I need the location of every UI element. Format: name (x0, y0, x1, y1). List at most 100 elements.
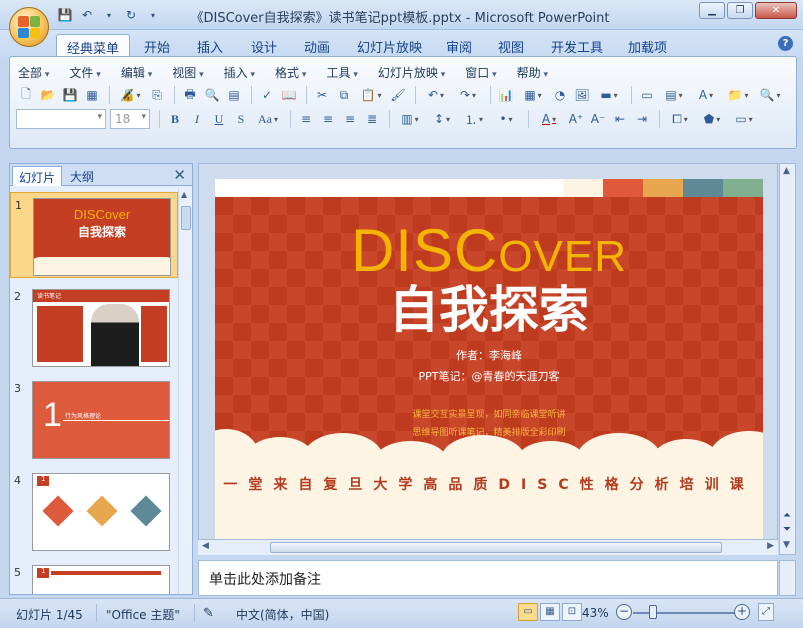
outline-view-icon[interactable]: ▤ (224, 85, 244, 105)
scroll-thumb[interactable] (270, 542, 722, 553)
italic-icon[interactable]: I (187, 109, 207, 129)
tab-view[interactable]: 视图 (488, 34, 534, 57)
spell-check-icon[interactable]: ✎ (203, 606, 214, 621)
menu-view[interactable]: 视图 (172, 64, 203, 81)
tab-animation[interactable]: 动画 (294, 34, 340, 57)
slide-description-line[interactable]: 课堂交互实景呈现，如同亲临课堂听讲 (215, 407, 763, 420)
language-indicator[interactable]: 中文(简体，中国) (236, 606, 329, 623)
notes-pane[interactable]: 单击此处添加备注 (198, 560, 778, 596)
slide-notes-credit[interactable]: PPT笔记：@青春的天涯刀客 (215, 368, 763, 384)
font-size-select[interactable]: 18 (110, 109, 150, 129)
scroll-thumb[interactable] (181, 206, 191, 230)
font-color-icon[interactable]: A (534, 109, 564, 129)
insert-table-icon[interactable]: ▦ (518, 85, 548, 105)
scroll-right-icon[interactable]: ▶ (767, 541, 774, 551)
previous-slide-icon[interactable]: ⏶ (783, 510, 791, 521)
thumbnail-row[interactable]: 5 1 (10, 560, 178, 594)
horizontal-scrollbar[interactable]: ◀ ▶ (198, 539, 778, 555)
tab-outline[interactable]: 大纲 (64, 166, 100, 186)
folder-icon[interactable]: 📁 (723, 85, 753, 105)
close-icon[interactable]: ✕ (173, 166, 186, 184)
menu-file[interactable]: 文件 (69, 64, 100, 81)
thumbnail-row[interactable]: 1 DISCover 自我探索 (10, 192, 178, 278)
next-slide-icon[interactable]: ⏷ (783, 524, 791, 535)
underline-icon[interactable]: U (209, 109, 229, 129)
search-icon[interactable]: 🔍 (755, 85, 785, 105)
cut-icon[interactable]: ✂ (312, 85, 332, 105)
normal-view-icon[interactable]: ▭ (518, 603, 538, 621)
align-left-icon[interactable]: ≡ (296, 109, 316, 129)
save-icon[interactable]: 💾 (60, 85, 80, 105)
tab-slides[interactable]: 幻灯片 (12, 166, 63, 186)
save-icon[interactable]: 💾 (56, 6, 74, 24)
menu-window[interactable]: 窗口 (465, 64, 496, 81)
fit-to-window-icon[interactable]: ⤢ (758, 603, 774, 621)
new-slide-icon[interactable]: ▭ (637, 85, 657, 105)
slide-canvas[interactable]: DISCOVER 自我探索 作者：李海峰 PPT笔记：@青春的天涯刀客 课堂交互… (215, 179, 763, 539)
slide-thumbnail[interactable]: 读书笔记 (32, 289, 170, 367)
permission-icon[interactable]: 🔏 (115, 85, 145, 105)
tab-design[interactable]: 设计 (241, 34, 287, 57)
slide-title-chinese[interactable]: 自我探索 (215, 285, 763, 335)
zoom-level[interactable]: 43% (582, 606, 609, 620)
format-painter-icon[interactable]: 🖌 (388, 85, 408, 105)
help-icon[interactable]: ? (778, 36, 793, 51)
tab-insert[interactable]: 插入 (187, 34, 233, 57)
menu-tools[interactable]: 工具 (326, 64, 357, 81)
font-name-select[interactable] (16, 109, 106, 129)
shadow-icon[interactable]: S (231, 109, 251, 129)
scroll-up-icon[interactable]: ▲ (181, 190, 187, 199)
office-button[interactable] (9, 7, 49, 47)
slide-tagline[interactable]: 一堂来自复旦大学高品质DISC性格分析培训课 (215, 474, 763, 494)
save-pdf-icon[interactable]: ▦ (82, 85, 102, 105)
tab-classic-menu[interactable]: 经典菜单 (56, 34, 131, 57)
columns-icon[interactable]: ▥ (395, 109, 425, 129)
tab-developer[interactable]: 开发工具 (541, 34, 613, 57)
decrease-indent-icon[interactable]: ⇤ (610, 109, 630, 129)
undo-icon[interactable]: ↶ (78, 6, 96, 24)
menu-all[interactable]: 全部 (18, 64, 49, 81)
text-box-icon[interactable]: A (691, 85, 721, 105)
redo-icon[interactable]: ↷ (453, 85, 483, 105)
bullet-list-icon[interactable]: • (491, 109, 521, 129)
slide-author[interactable]: 作者：李海峰 (215, 347, 763, 363)
slide-layout-icon[interactable]: ▤ (659, 85, 689, 105)
change-case-icon[interactable]: Aa (253, 109, 283, 129)
slide-title-english[interactable]: DISCOVER (215, 221, 763, 281)
numbered-list-icon[interactable]: ⒈ (459, 109, 489, 129)
bold-icon[interactable]: B (165, 109, 185, 129)
slideshow-view-icon[interactable]: ⊡ (562, 603, 582, 621)
tab-review[interactable]: 审阅 (436, 34, 482, 57)
tab-slideshow[interactable]: 幻灯片放映 (347, 34, 432, 57)
tab-home[interactable]: 开始 (134, 34, 180, 57)
slide-thumbnail[interactable]: 1 (32, 565, 170, 594)
menu-help[interactable]: 帮助 (517, 64, 548, 81)
thumbnail-scrollbar[interactable]: ▲ (178, 188, 192, 594)
color-scheme-icon[interactable]: ▬ (594, 85, 624, 105)
menu-format[interactable]: 格式 (275, 64, 306, 81)
spelling-icon[interactable]: ✓ (257, 85, 277, 105)
insert-clipart-icon[interactable]: ◔ (550, 85, 570, 105)
minimize-button[interactable]: ▁ (699, 2, 725, 19)
menu-slideshow[interactable]: 幻灯片放映 (378, 64, 445, 81)
maximize-button[interactable]: ❐ (727, 2, 753, 19)
zoom-slider-handle[interactable] (649, 605, 657, 619)
undo-icon[interactable]: ↶ (421, 85, 451, 105)
redo-icon[interactable]: ↻ (122, 6, 140, 24)
vertical-scrollbar[interactable]: ▲ ⏶ ⏷ ▼ (779, 163, 796, 555)
shape-fill-icon[interactable]: ▭ (729, 109, 759, 129)
copy-icon[interactable]: ⧉ (334, 85, 354, 105)
paste-icon[interactable]: 📋 (356, 85, 386, 105)
shapes-icon[interactable]: ⬟ (697, 109, 727, 129)
notes-scrollbar[interactable] (779, 560, 796, 596)
menu-insert[interactable]: 插入 (224, 64, 255, 81)
slide-sorter-icon[interactable]: ▦ (540, 603, 560, 621)
tab-addins[interactable]: 加载项 (618, 34, 677, 57)
menu-edit[interactable]: 编辑 (121, 64, 152, 81)
attach-icon[interactable]: ⎘ (147, 85, 167, 105)
grow-font-icon[interactable]: A⁺ (566, 109, 586, 129)
scroll-left-icon[interactable]: ◀ (202, 541, 209, 551)
zoom-out-icon[interactable]: − (616, 604, 632, 620)
line-spacing-icon[interactable]: ↕ (427, 109, 457, 129)
scroll-up-icon[interactable]: ▲ (783, 166, 790, 176)
